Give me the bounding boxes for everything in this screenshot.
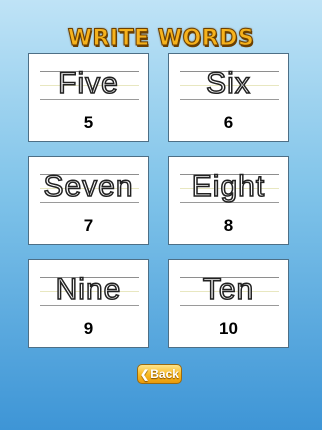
card-number: 8: [223, 216, 234, 235]
card-number: 5: [83, 113, 94, 132]
card-number: 10: [219, 319, 238, 338]
page-title: WRITE WORDS: [67, 26, 255, 52]
traceable-word: Six: [205, 66, 251, 101]
card-number: 9: [83, 319, 94, 338]
traceable-word: Seven: [43, 169, 134, 204]
traceable-word: Five: [57, 66, 119, 101]
word-card-eight[interactable]: Eight 8: [168, 156, 289, 245]
card-number: 7: [83, 216, 94, 235]
card-number: 6: [223, 113, 234, 132]
traceable-word: Ten: [202, 272, 255, 307]
traceable-word: Eight: [191, 169, 266, 204]
word-card-seven[interactable]: Seven 7: [28, 156, 149, 245]
word-card-six[interactable]: Six 6: [168, 53, 289, 142]
word-card-ten[interactable]: Ten 10: [168, 259, 289, 348]
back-button[interactable]: ❮Back: [137, 364, 182, 384]
chevron-left-icon: ❮: [140, 369, 150, 381]
word-card-five[interactable]: Five 5: [28, 53, 149, 142]
word-card-nine[interactable]: Nine 9: [28, 259, 149, 348]
back-button-label: Back: [150, 367, 179, 381]
traceable-word: Nine: [55, 272, 122, 307]
